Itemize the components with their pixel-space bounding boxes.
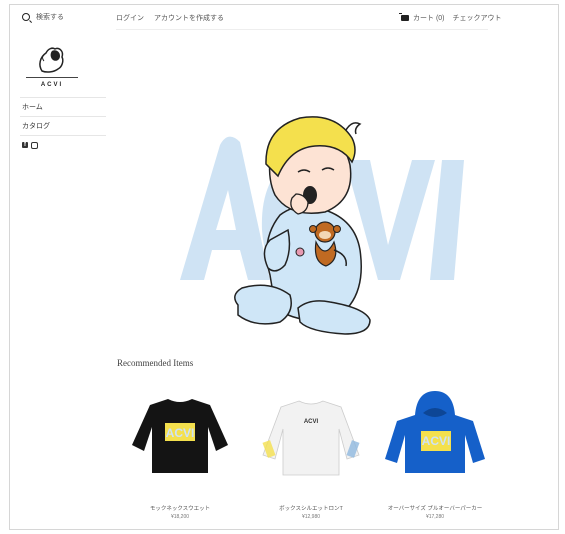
product-card-3[interactable]: ACVI オーバーサイズ プルオーバーパーカー ¥17,280: [375, 385, 495, 520]
social-links: f: [22, 142, 38, 149]
svg-text:ACVI: ACVI: [304, 419, 319, 425]
product-name[interactable]: モックネックスウエット: [120, 504, 240, 512]
hand-logo-icon: [39, 47, 64, 73]
hero-banner: [120, 100, 500, 350]
page-frame: 検索する ログイン アカウントを作成する カート (0) チェックアウト ACV…: [9, 4, 559, 530]
product-card-2[interactable]: ACVI ボックスシルエットロンT ¥12,980: [251, 385, 371, 520]
product-image[interactable]: ACVI: [251, 385, 371, 485]
product-price: ¥17,280: [425, 514, 445, 520]
create-account-link[interactable]: アカウントを作成する: [154, 13, 224, 23]
cart-link[interactable]: カート (0): [399, 13, 445, 23]
product-name[interactable]: オーバーサイズ プルオーバーパーカー: [375, 504, 495, 512]
sidebar-nav: ホーム カタログ: [20, 97, 106, 136]
search-icon: [22, 13, 30, 21]
logo-text: ACVI: [40, 82, 64, 88]
search-label: 検索する: [36, 14, 64, 21]
product-price: ¥12,980: [301, 514, 321, 520]
product-name[interactable]: ボックスシルエットロンT: [251, 504, 371, 512]
instagram-icon[interactable]: [31, 142, 38, 149]
product-price: ¥18,200: [170, 514, 190, 520]
hero-illustration: [180, 116, 464, 335]
top-bar: 検索する ログイン アカウントを作成する カート (0) チェックアウト: [10, 5, 558, 31]
sidebar-item-home[interactable]: ホーム: [20, 97, 106, 116]
svg-text:ACVI: ACVI: [422, 434, 451, 448]
login-link[interactable]: ログイン: [116, 13, 144, 23]
product-image[interactable]: ACVI: [375, 385, 495, 485]
cart-area: カート (0) チェックアウト: [399, 13, 502, 23]
logo-divider: [26, 77, 78, 78]
cart-icon: [399, 13, 409, 21]
product-image[interactable]: ACVI: [120, 385, 240, 485]
svg-text:ACVI: ACVI: [166, 426, 195, 440]
product-card-1[interactable]: ACVI モックネックスウエット ¥18,200: [120, 385, 240, 520]
facebook-icon[interactable]: f: [22, 142, 28, 148]
header-divider: [116, 29, 488, 30]
checkout-link[interactable]: チェックアウト: [453, 13, 502, 23]
cart-label: カート (0): [413, 15, 445, 22]
sidebar-item-catalog[interactable]: カタログ: [20, 116, 106, 136]
account-links: ログイン アカウントを作成する: [116, 13, 224, 23]
brand-logo[interactable]: ACVI: [22, 41, 82, 95]
search-link[interactable]: 検索する: [22, 12, 64, 22]
recommended-title: Recommended Items: [117, 358, 194, 368]
